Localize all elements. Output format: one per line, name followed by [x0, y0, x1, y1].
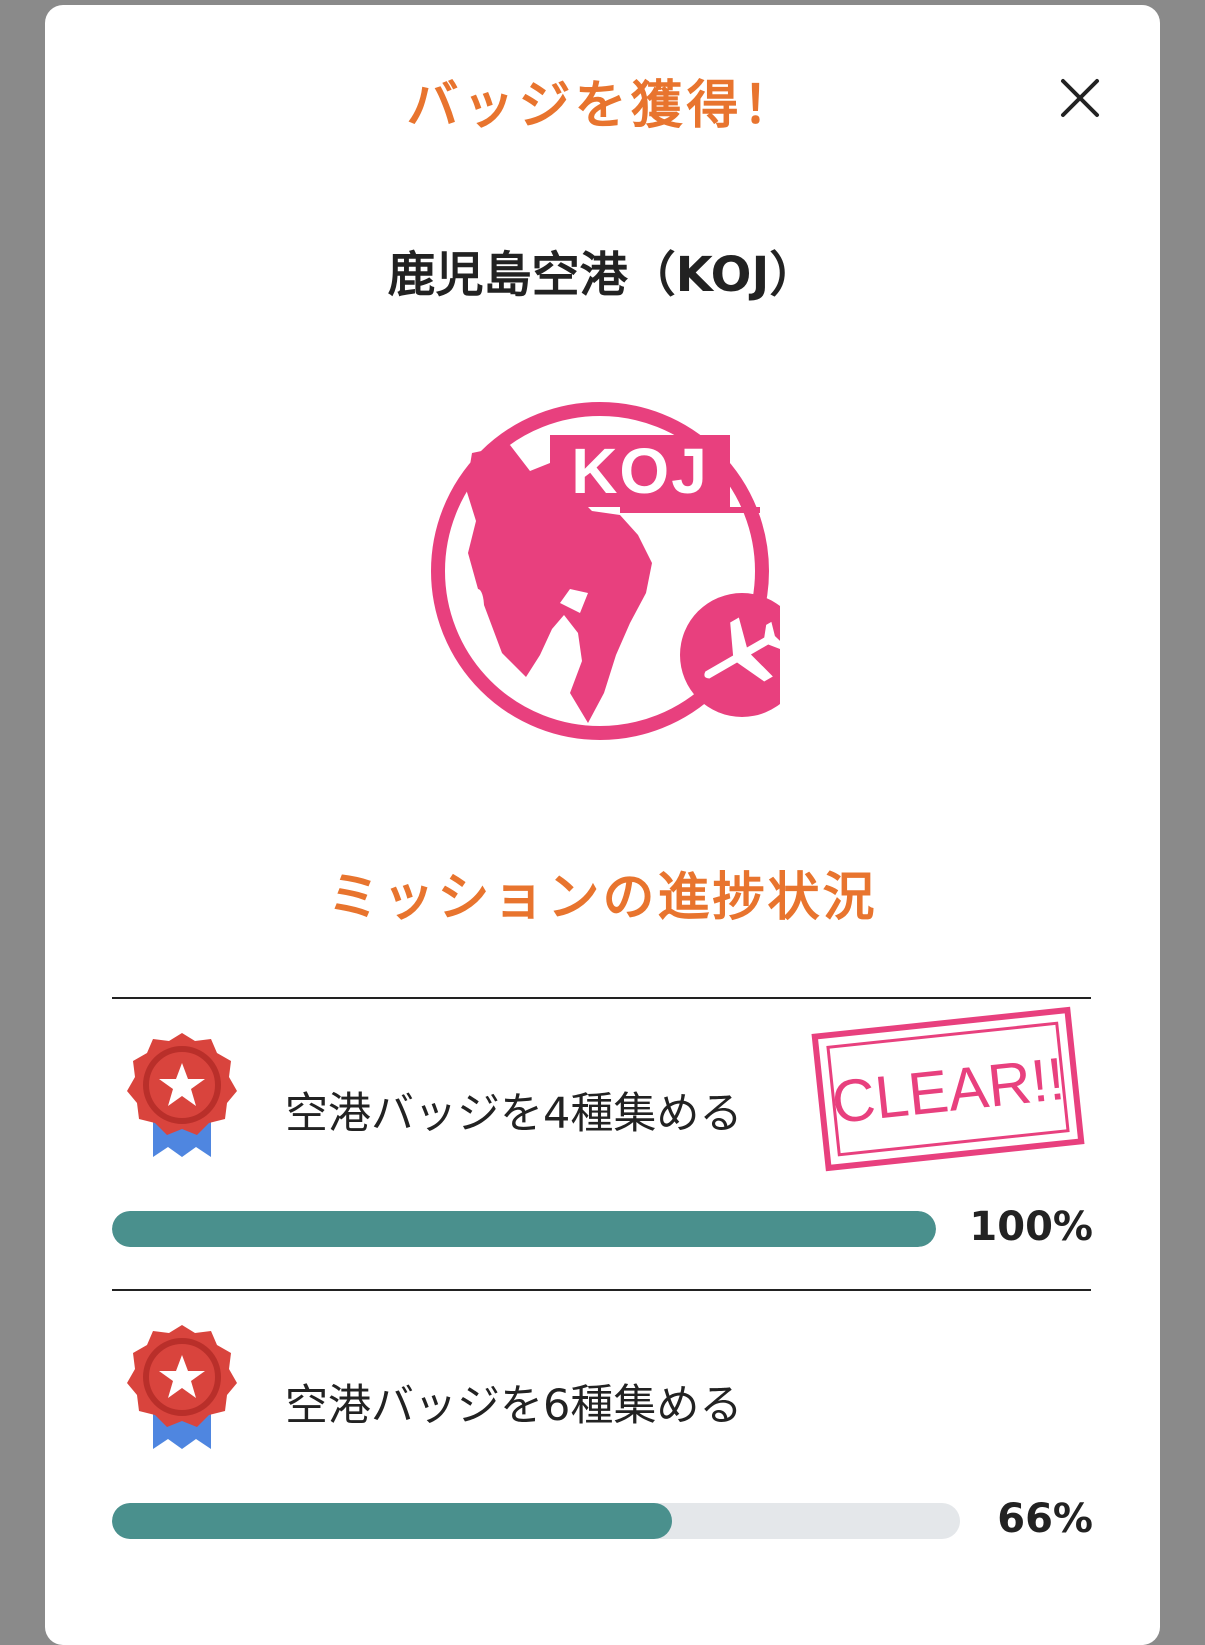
close-button[interactable] [1057, 75, 1103, 121]
mission-progress-title: ミッションの進捗状況 [327, 868, 878, 928]
medal-icon [123, 1029, 241, 1161]
progress-percent: 100% [969, 1204, 1093, 1250]
mission-item: 空港バッジを4種集める CLEAR!! 100% [45, 999, 1160, 1289]
modal-title: バッジを獲得！ [406, 76, 799, 136]
airport-stamp-badge: KOJ [420, 393, 804, 753]
airport-name: 鹿児島空港（KOJ） [387, 247, 818, 303]
mission-label: 空港バッジを6種集める [285, 1381, 743, 1431]
mission-label: 空港バッジを4種集める [285, 1089, 743, 1139]
medal-icon [123, 1321, 241, 1453]
clear-stamp: CLEAR!! [810, 1006, 1085, 1173]
progress-bar [112, 1503, 960, 1539]
progress-bar [112, 1211, 936, 1247]
progress-percent: 66% [997, 1496, 1093, 1542]
progress-fill [112, 1211, 936, 1247]
close-icon [1061, 79, 1099, 117]
progress-fill [112, 1503, 672, 1539]
clear-text: CLEAR!! [829, 1045, 1068, 1136]
badge-modal: バッジを獲得！ 鹿児島空港（KOJ） KOJ ミッションの進捗状況 空港バッジを… [45, 5, 1160, 1645]
mission-item: 空港バッジを6種集める 66% [45, 1291, 1160, 1581]
stamp-code: KOJ [571, 435, 709, 507]
